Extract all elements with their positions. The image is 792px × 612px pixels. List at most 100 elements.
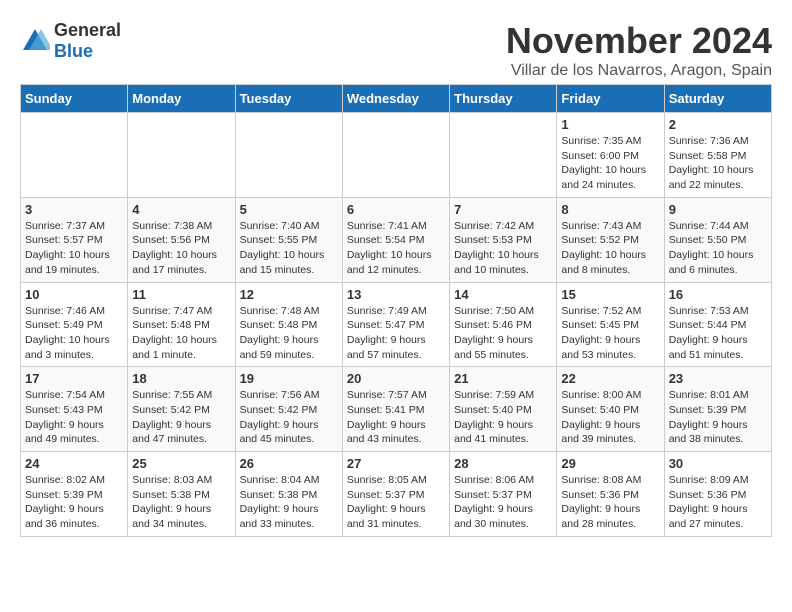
day-number: 9 [669,202,767,217]
logo-text-blue: Blue [54,41,93,61]
day-info: Sunrise: 8:09 AM Sunset: 5:36 PM Dayligh… [669,473,767,532]
day-info: Sunrise: 7:44 AM Sunset: 5:50 PM Dayligh… [669,219,767,278]
day-info: Sunrise: 8:08 AM Sunset: 5:36 PM Dayligh… [561,473,659,532]
day-number: 11 [132,287,230,302]
day-number: 7 [454,202,552,217]
calendar-cell: 29Sunrise: 8:08 AM Sunset: 5:36 PM Dayli… [557,452,664,537]
day-info: Sunrise: 7:38 AM Sunset: 5:56 PM Dayligh… [132,219,230,278]
day-info: Sunrise: 7:43 AM Sunset: 5:52 PM Dayligh… [561,219,659,278]
calendar-cell: 24Sunrise: 8:02 AM Sunset: 5:39 PM Dayli… [21,452,128,537]
calendar-cell: 13 Sunrise: 7:49 AM Sunset: 5:47 PM Dayli… [342,282,449,367]
calendar-cell: 20Sunrise: 7:57 AM Sunset: 5:41 PM Dayli… [342,367,449,452]
calendar-cell: 16 Sunrise: 7:53 AM Sunset: 5:44 PM Dayli… [664,282,771,367]
calendar-cell: 23Sunrise: 8:01 AM Sunset: 5:39 PM Dayli… [664,367,771,452]
calendar-cell [21,113,128,198]
day-number: 8 [561,202,659,217]
logo-icon [20,26,50,56]
calendar-cell: 28 Sunrise: 8:06 AM Sunset: 5:37 PM Dayli… [450,452,557,537]
calendar-week-row: 24Sunrise: 8:02 AM Sunset: 5:39 PM Dayli… [21,452,772,537]
calendar-cell: 26 Sunrise: 8:04 AM Sunset: 5:38 PM Dayli… [235,452,342,537]
title-area: November 2024 Villar de los Navarros, Ar… [506,20,772,80]
day-info: Sunrise: 7:47 AM Sunset: 5:48 PM Dayligh… [132,304,230,363]
calendar-cell: 22 Sunrise: 8:00 AM Sunset: 5:40 PM Dayli… [557,367,664,452]
calendar-cell: 4Sunrise: 7:38 AM Sunset: 5:56 PM Daylig… [128,197,235,282]
calendar-cell: 21 Sunrise: 7:59 AM Sunset: 5:40 PM Dayli… [450,367,557,452]
weekday-header-thursday: Thursday [450,85,557,113]
day-number: 13 [347,287,445,302]
day-number: 15 [561,287,659,302]
day-number: 17 [25,371,123,386]
day-number: 12 [240,287,338,302]
day-info: Sunrise: 7:41 AM Sunset: 5:54 PM Dayligh… [347,219,445,278]
header: General Blue November 2024 Villar de los… [20,20,772,80]
calendar-cell [450,113,557,198]
calendar-cell: 12 Sunrise: 7:48 AM Sunset: 5:48 PM Dayli… [235,282,342,367]
day-info: Sunrise: 7:57 AM Sunset: 5:41 PM Dayligh… [347,388,445,447]
day-info: Sunrise: 8:04 AM Sunset: 5:38 PM Dayligh… [240,473,338,532]
day-info: Sunrise: 8:06 AM Sunset: 5:37 PM Dayligh… [454,473,552,532]
calendar-cell: 14 Sunrise: 7:50 AM Sunset: 5:46 PM Dayli… [450,282,557,367]
calendar-week-row: 1 Sunrise: 7:35 AM Sunset: 6:00 PM Daylig… [21,113,772,198]
calendar-cell: 15 Sunrise: 7:52 AM Sunset: 5:45 PM Dayli… [557,282,664,367]
calendar-cell: 17 Sunrise: 7:54 AM Sunset: 5:43 PM Dayli… [21,367,128,452]
calendar-week-row: 10 Sunrise: 7:46 AM Sunset: 5:49 PM Dayli… [21,282,772,367]
day-number: 22 [561,371,659,386]
day-number: 28 [454,456,552,471]
day-info: Sunrise: 7:49 AM Sunset: 5:47 PM Dayligh… [347,304,445,363]
calendar-cell: 18Sunrise: 7:55 AM Sunset: 5:42 PM Dayli… [128,367,235,452]
calendar-cell: 5 Sunrise: 7:40 AM Sunset: 5:55 PM Daylig… [235,197,342,282]
calendar-cell: 3Sunrise: 7:37 AM Sunset: 5:57 PM Daylig… [21,197,128,282]
day-info: Sunrise: 7:46 AM Sunset: 5:49 PM Dayligh… [25,304,123,363]
calendar-cell [128,113,235,198]
weekday-header-wednesday: Wednesday [342,85,449,113]
day-number: 10 [25,287,123,302]
day-info: Sunrise: 7:54 AM Sunset: 5:43 PM Dayligh… [25,388,123,447]
day-number: 6 [347,202,445,217]
calendar-table: SundayMondayTuesdayWednesdayThursdayFrid… [20,84,772,537]
weekday-header-sunday: Sunday [21,85,128,113]
calendar-cell: 2Sunrise: 7:36 AM Sunset: 5:58 PM Daylig… [664,113,771,198]
calendar-cell: 6 Sunrise: 7:41 AM Sunset: 5:54 PM Daylig… [342,197,449,282]
day-info: Sunrise: 7:35 AM Sunset: 6:00 PM Dayligh… [561,134,659,193]
weekday-header-monday: Monday [128,85,235,113]
day-info: Sunrise: 8:00 AM Sunset: 5:40 PM Dayligh… [561,388,659,447]
day-info: Sunrise: 7:48 AM Sunset: 5:48 PM Dayligh… [240,304,338,363]
weekday-header-row: SundayMondayTuesdayWednesdayThursdayFrid… [21,85,772,113]
day-info: Sunrise: 8:02 AM Sunset: 5:39 PM Dayligh… [25,473,123,532]
day-number: 14 [454,287,552,302]
calendar-cell: 11 Sunrise: 7:47 AM Sunset: 5:48 PM Dayli… [128,282,235,367]
day-number: 18 [132,371,230,386]
calendar-cell: 30 Sunrise: 8:09 AM Sunset: 5:36 PM Dayli… [664,452,771,537]
day-number: 16 [669,287,767,302]
day-number: 1 [561,117,659,132]
day-number: 27 [347,456,445,471]
day-number: 19 [240,371,338,386]
day-info: Sunrise: 7:50 AM Sunset: 5:46 PM Dayligh… [454,304,552,363]
calendar-cell: 1 Sunrise: 7:35 AM Sunset: 6:00 PM Daylig… [557,113,664,198]
day-info: Sunrise: 7:52 AM Sunset: 5:45 PM Dayligh… [561,304,659,363]
logo-text-general: General [54,20,121,40]
calendar-cell: 7 Sunrise: 7:42 AM Sunset: 5:53 PM Daylig… [450,197,557,282]
weekday-header-friday: Friday [557,85,664,113]
calendar-cell [342,113,449,198]
day-number: 21 [454,371,552,386]
day-number: 30 [669,456,767,471]
day-info: Sunrise: 7:53 AM Sunset: 5:44 PM Dayligh… [669,304,767,363]
calendar-cell: 8 Sunrise: 7:43 AM Sunset: 5:52 PM Daylig… [557,197,664,282]
day-info: Sunrise: 7:37 AM Sunset: 5:57 PM Dayligh… [25,219,123,278]
calendar-cell [235,113,342,198]
day-info: Sunrise: 7:42 AM Sunset: 5:53 PM Dayligh… [454,219,552,278]
calendar-cell: 19Sunrise: 7:56 AM Sunset: 5:42 PM Dayli… [235,367,342,452]
calendar-week-row: 3Sunrise: 7:37 AM Sunset: 5:57 PM Daylig… [21,197,772,282]
logo: General Blue [20,20,121,62]
calendar-cell: 9 Sunrise: 7:44 AM Sunset: 5:50 PM Daylig… [664,197,771,282]
calendar-cell: 10 Sunrise: 7:46 AM Sunset: 5:49 PM Dayli… [21,282,128,367]
day-info: Sunrise: 8:03 AM Sunset: 5:38 PM Dayligh… [132,473,230,532]
day-number: 26 [240,456,338,471]
location-subtitle: Villar de los Navarros, Aragon, Spain [506,62,772,80]
day-info: Sunrise: 8:05 AM Sunset: 5:37 PM Dayligh… [347,473,445,532]
day-info: Sunrise: 7:59 AM Sunset: 5:40 PM Dayligh… [454,388,552,447]
day-number: 5 [240,202,338,217]
day-number: 23 [669,371,767,386]
day-info: Sunrise: 7:40 AM Sunset: 5:55 PM Dayligh… [240,219,338,278]
